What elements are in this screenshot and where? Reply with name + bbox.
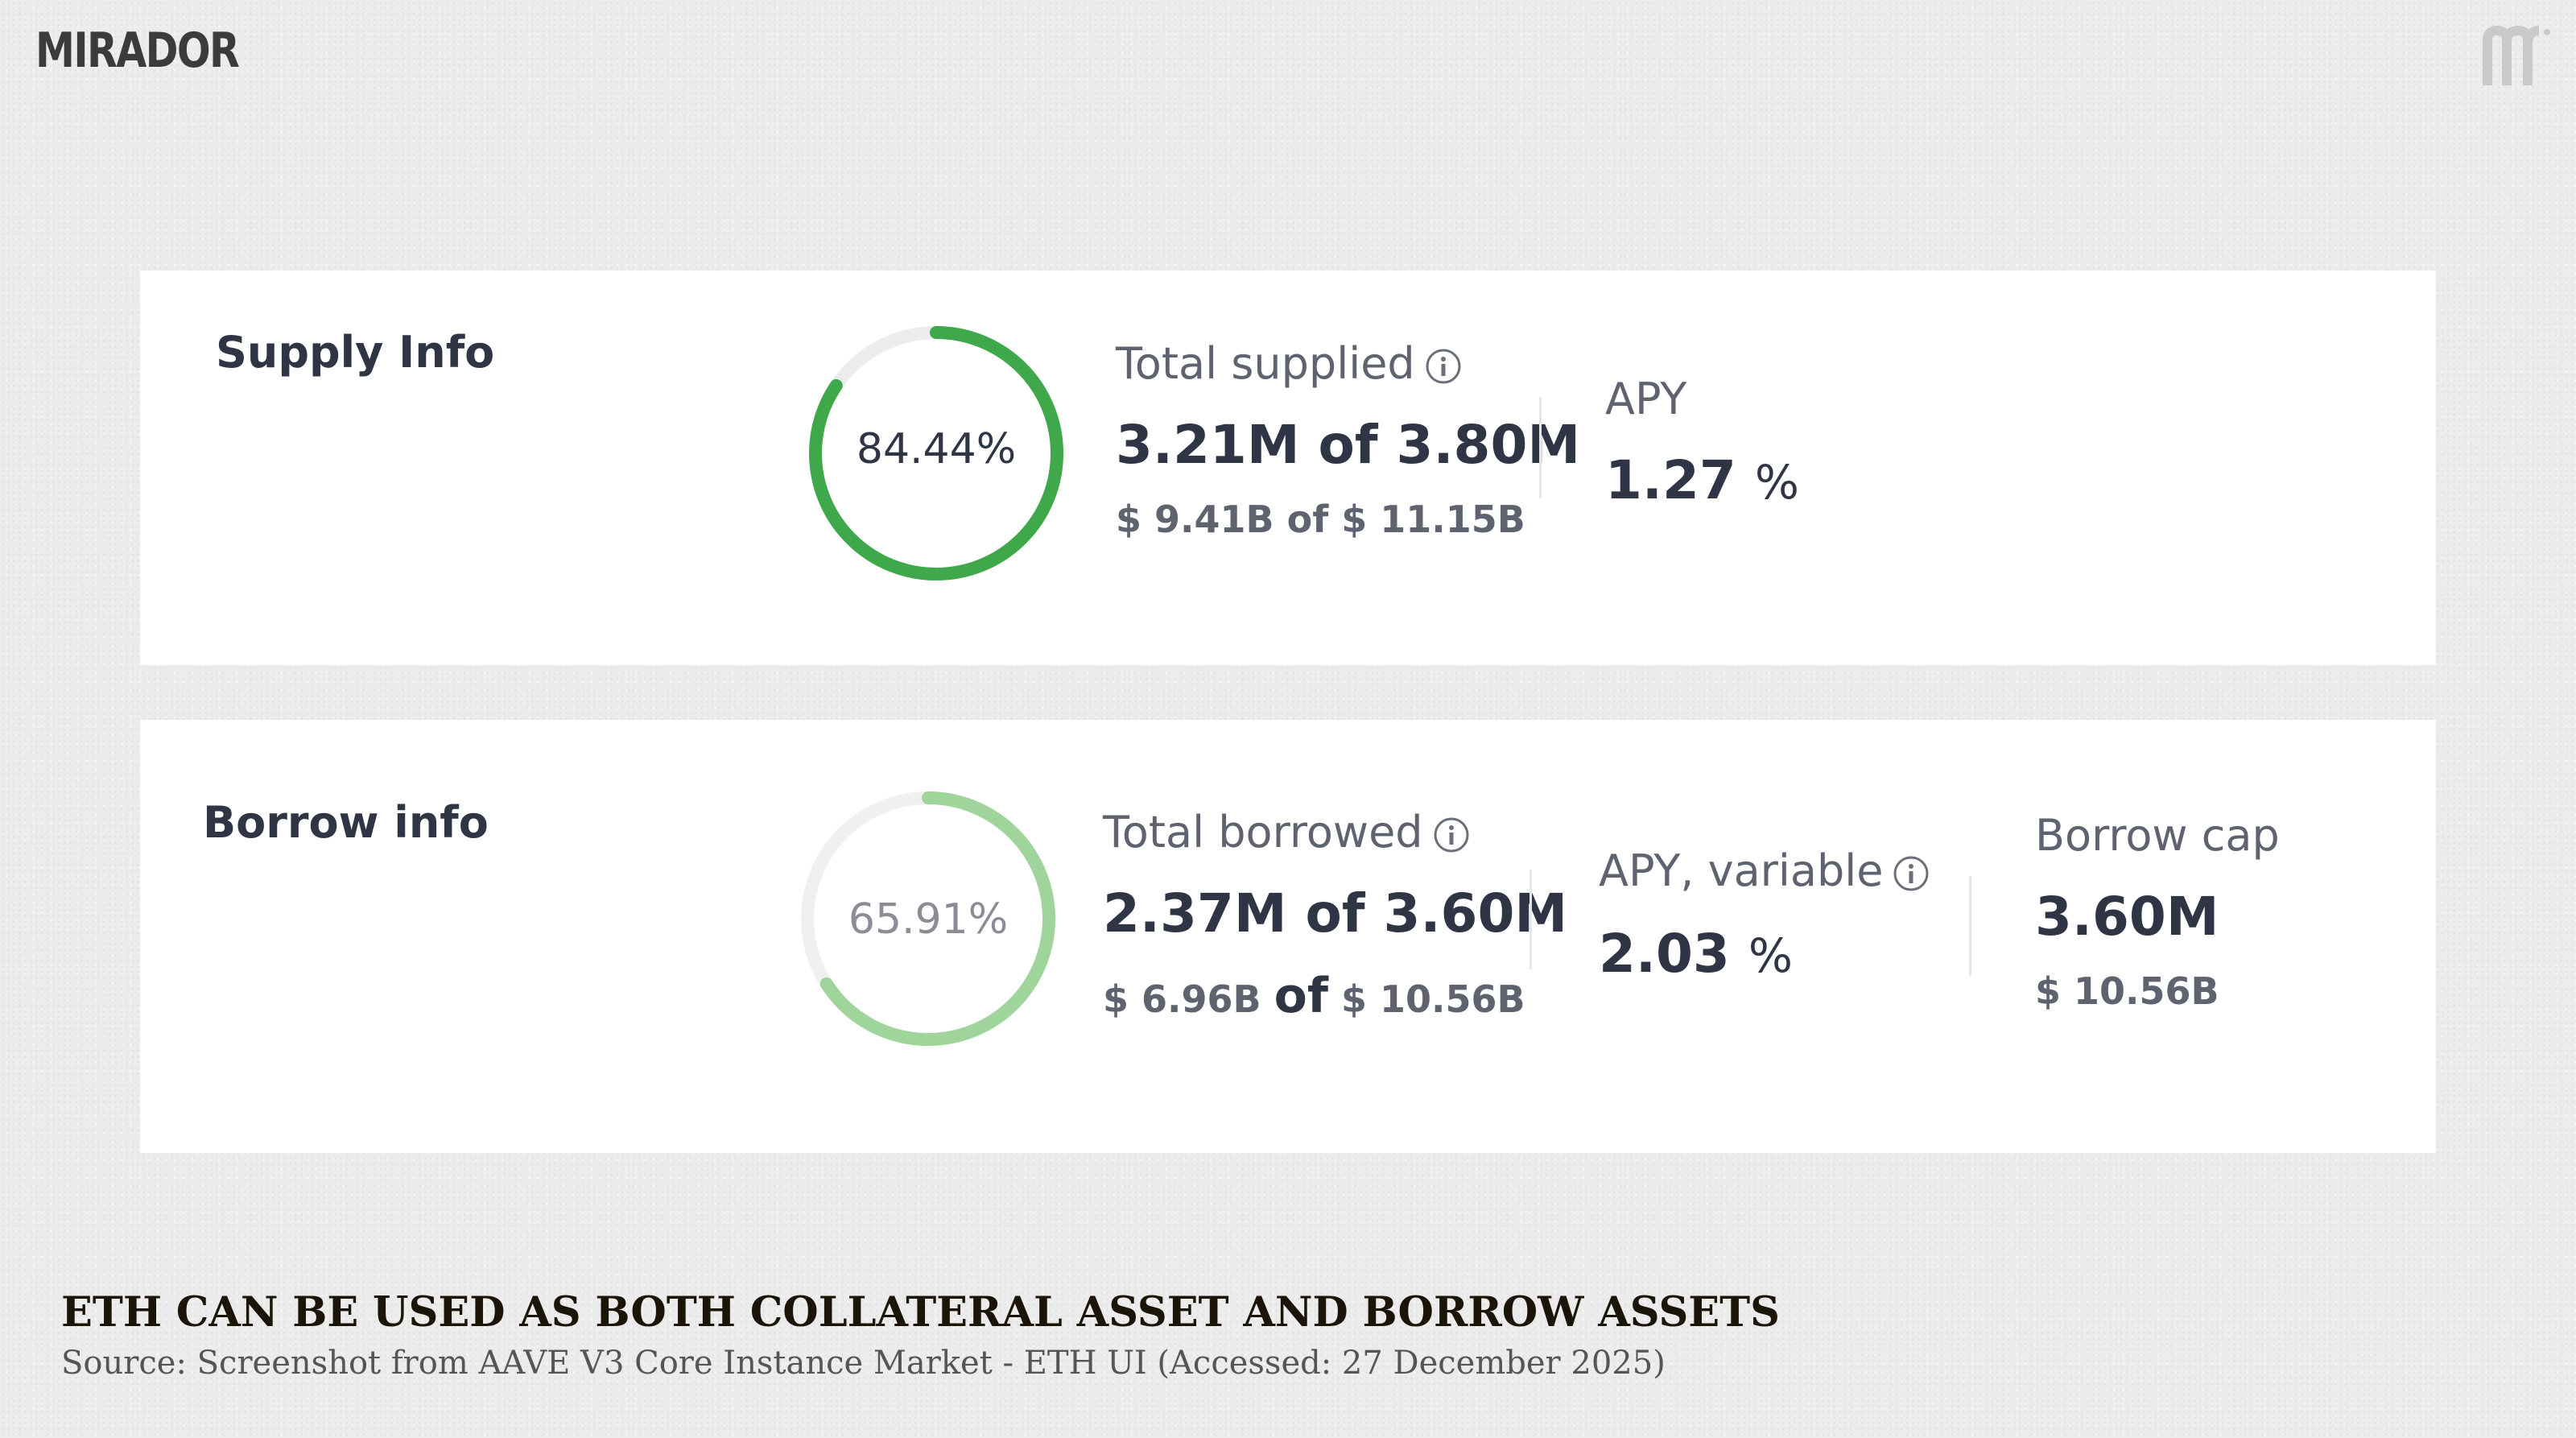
info-icon[interactable] <box>1425 348 1462 385</box>
info-icon[interactable] <box>1433 816 1470 853</box>
info-icon[interactable] <box>1893 855 1930 892</box>
divider <box>1969 876 1971 976</box>
supply-info-title: Supply Info <box>216 327 495 378</box>
supply-apy-label: APY <box>1605 374 1687 424</box>
borrow-cap-usd: $ 10.56B <box>2035 969 2219 1013</box>
total-borrowed-label: Total borrowed <box>1103 807 1470 857</box>
supply-utilization-label: 84.44% <box>856 425 1017 473</box>
divider <box>1530 870 1532 969</box>
borrow-utilization-label: 65.91% <box>848 895 1009 944</box>
supply-apy-value: 1.27 % <box>1605 449 1799 511</box>
total-borrowed-value: 2.37M of 3.60M <box>1103 882 1568 944</box>
slide-caption-title: ETH CAN BE USED AS BOTH COLLATERAL ASSET… <box>61 1288 1780 1337</box>
borrow-apy-label: APY, variable <box>1599 845 1930 896</box>
borrow-info-card: Borrow info 65.91% Total borrowed 2.37M … <box>140 720 2436 1153</box>
total-supplied-label: Total supplied <box>1116 338 1462 389</box>
borrow-cap-value: 3.60M <box>2035 886 2219 948</box>
borrow-cap-label: Borrow cap <box>2035 810 2280 861</box>
slide-caption-source: Source: Screenshot from AAVE V3 Core Ins… <box>61 1345 1666 1382</box>
mirador-logo: MIRADOR <box>35 23 240 79</box>
total-borrowed-usd: $ 6.96B of $ 10.56B <box>1103 968 1525 1024</box>
total-supplied-usd: $ 9.41B of $ 11.15B <box>1116 498 1525 541</box>
mirador-monogram-icon <box>2483 25 2550 85</box>
total-supplied-value: 3.21M of 3.80M <box>1116 414 1581 476</box>
supply-info-card: Supply Info 84.44% Total supplied 3.21M … <box>140 271 2436 665</box>
borrow-info-title: Borrow info <box>203 797 489 848</box>
divider <box>1539 398 1542 498</box>
borrow-apy-value: 2.03 % <box>1599 923 1793 985</box>
